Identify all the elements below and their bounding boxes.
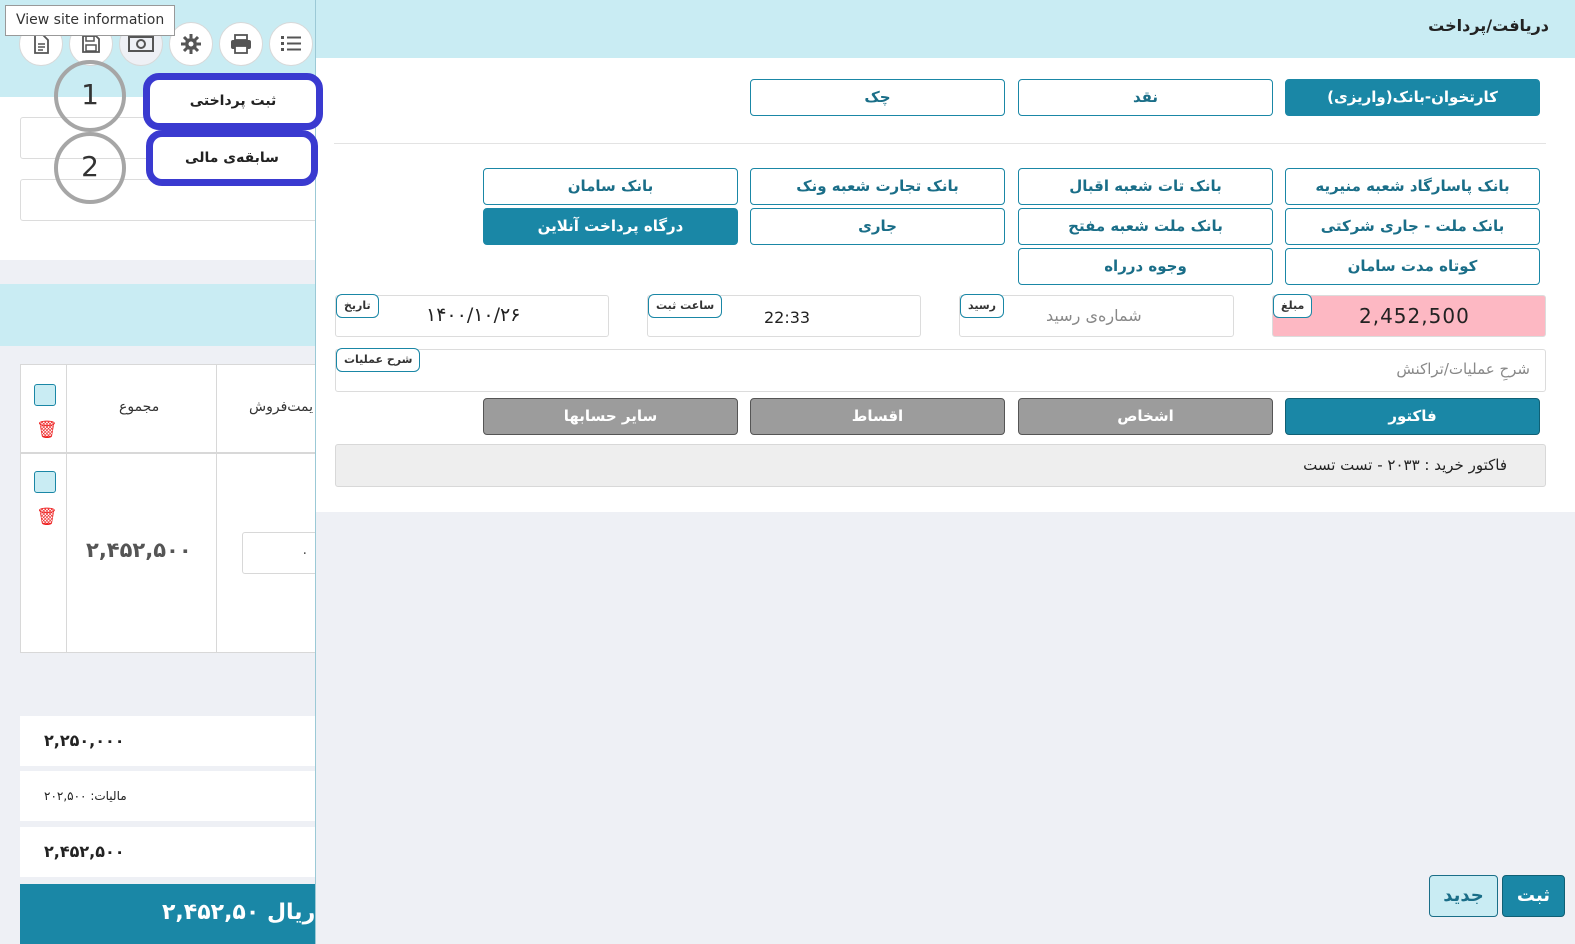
category-installments-button[interactable]: اقساط bbox=[750, 398, 1005, 435]
new-button[interactable]: جدید bbox=[1429, 875, 1498, 917]
tax-value: مالیات: ۲۰۲,۵۰۰ bbox=[44, 789, 127, 803]
account-button[interactable]: بانک پاسارگاد شعبه منیریه bbox=[1285, 168, 1540, 205]
background-section-band bbox=[0, 284, 320, 346]
category-persons-button[interactable]: اشخاص bbox=[1018, 398, 1273, 435]
list-icon[interactable] bbox=[269, 22, 313, 66]
description-field[interactable]: شرحِ عملیات/تراکنش شرح عملیات bbox=[335, 348, 1546, 392]
account-button[interactable]: بانک سامان bbox=[483, 168, 738, 205]
step-1-marker: 1 bbox=[54, 60, 126, 132]
save-button[interactable]: ثبت bbox=[1502, 875, 1565, 917]
account-button[interactable]: وجوه درراه bbox=[1018, 248, 1273, 285]
account-button[interactable]: بانک تات شعبه اقبال bbox=[1018, 168, 1273, 205]
delete-icon[interactable]: 🗑 bbox=[36, 508, 58, 526]
invoice-info-row[interactable]: فاکتور خرید : ۲۰۳۳ - تست تست bbox=[335, 444, 1546, 487]
total-value: ۲,۴۵۲,۵۰۰ bbox=[44, 842, 125, 861]
divider bbox=[334, 143, 1546, 144]
payment-type-cheque[interactable]: چک bbox=[750, 79, 1005, 116]
items-table: 🗑 🗑 مجموع یمت‌فروش bbox=[20, 364, 320, 653]
subtotal-value: ۲,۲۵۰,۰۰۰ bbox=[44, 731, 125, 750]
financial-history-menu-item[interactable]: سابقه‌ی مالی bbox=[146, 130, 318, 186]
payment-type-card-bank[interactable]: کارتخوان-بانک(واریزی) bbox=[1285, 79, 1540, 116]
time-field[interactable]: ساعت ثبت 22:33 bbox=[647, 294, 921, 337]
amount-label: مبلغ bbox=[1273, 294, 1313, 318]
account-button[interactable]: درگاه پرداخت آنلاین bbox=[483, 208, 738, 245]
receipt-field[interactable]: رسید شماره‌ی رسید bbox=[959, 294, 1234, 337]
record-payment-menu-item[interactable]: ثبت پرداختی bbox=[143, 73, 323, 130]
description-label: شرح عملیات bbox=[336, 348, 421, 372]
row-total-value: ۲,۴۵۲,۵۰۰ bbox=[86, 538, 192, 562]
table-header-total: مجموع bbox=[119, 399, 160, 415]
grand-total-value: ۲,۴۵۲,۵۰ ریال bbox=[162, 900, 316, 925]
receipt-placeholder: شماره‌ی رسید bbox=[1046, 306, 1142, 325]
date-field[interactable]: تاریخ ۱۴۰۰/۱۰/۲۶ bbox=[335, 294, 609, 337]
account-button[interactable]: جاری bbox=[750, 208, 1005, 245]
category-invoice-button[interactable]: فاکتور bbox=[1285, 398, 1540, 435]
gear-icon[interactable] bbox=[169, 22, 213, 66]
amount-value: 2,452,500 bbox=[1359, 304, 1470, 328]
invoice-info-text: فاکتور خرید : ۲۰۳۳ - تست تست bbox=[1303, 456, 1507, 474]
payment-type-cash[interactable]: نقد bbox=[1018, 79, 1273, 116]
dialog-header: دریافت/پرداخت bbox=[316, 0, 1575, 58]
account-button[interactable]: بانک ملت شعبه مفتح bbox=[1018, 208, 1273, 245]
description-placeholder: شرحِ عملیات/تراکنش bbox=[1396, 360, 1530, 378]
row-select-checkbox[interactable] bbox=[34, 471, 56, 493]
amount-field[interactable]: مبلغ 2,452,500 bbox=[1272, 294, 1546, 337]
site-info-tooltip: View site information bbox=[5, 5, 176, 36]
subtotal-row: ۲,۲۵۰,۰۰۰ bbox=[20, 716, 320, 766]
table-header-price: یمت‌فروش bbox=[249, 399, 314, 415]
grand-total-bar: ۲,۴۵۲,۵۰ ریال bbox=[20, 884, 320, 944]
print-icon[interactable] bbox=[219, 22, 263, 66]
account-button[interactable]: بانک تجارت شعبه ونک bbox=[750, 168, 1005, 205]
account-button[interactable]: کوتاه مدت سامان bbox=[1285, 248, 1540, 285]
total-row: ۲,۴۵۲,۵۰۰ bbox=[20, 827, 320, 877]
row-quantity-input[interactable]: ۰ bbox=[242, 532, 322, 574]
account-button[interactable]: بانک ملت - جاری شرکتی bbox=[1285, 208, 1540, 245]
delete-icon[interactable]: 🗑 bbox=[36, 421, 58, 439]
time-label: ساعت ثبت bbox=[648, 294, 723, 318]
dialog-title: دریافت/پرداخت bbox=[1428, 16, 1549, 35]
row-select-checkbox[interactable] bbox=[34, 384, 56, 406]
date-value: ۱۴۰۰/۱۰/۲۶ bbox=[426, 304, 521, 326]
receipt-label: رسید bbox=[960, 294, 1004, 318]
category-other-accounts-button[interactable]: سایر حسابها bbox=[483, 398, 738, 435]
date-label: تاریخ bbox=[336, 294, 379, 318]
step-2-marker: 2 bbox=[54, 132, 126, 204]
time-value: 22:33 bbox=[764, 308, 811, 327]
tax-row: مالیات: ۲۰۲,۵۰۰ bbox=[20, 771, 320, 821]
